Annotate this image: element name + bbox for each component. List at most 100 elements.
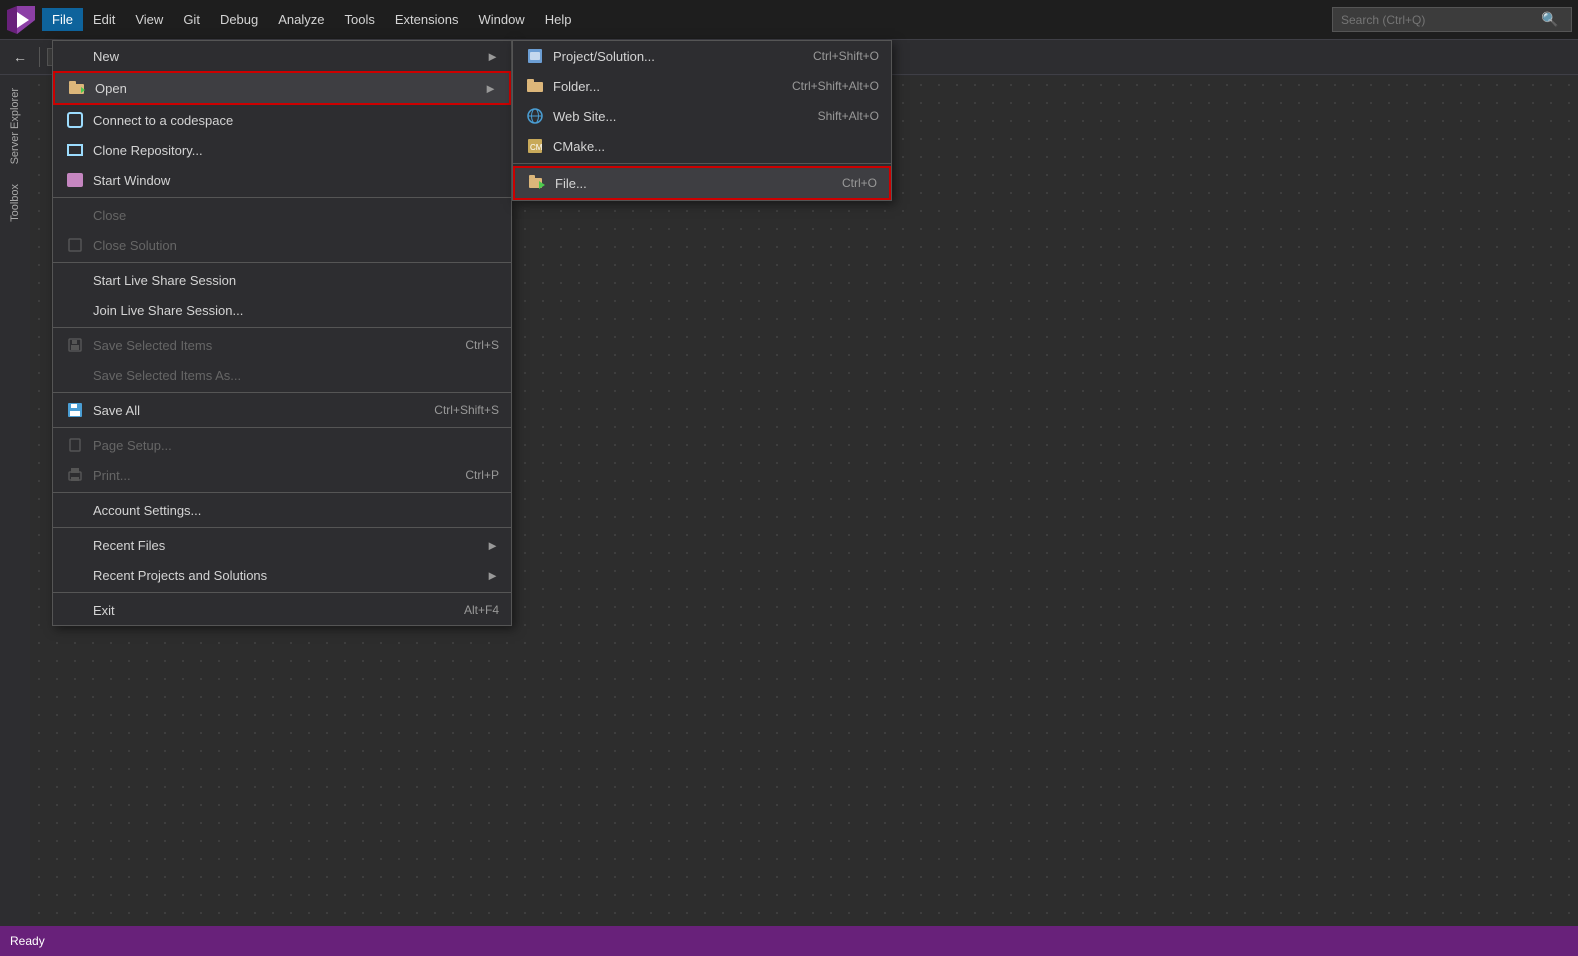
save-selected-as-label: Save Selected Items As... <box>93 368 499 383</box>
project-solution-shortcut: Ctrl+Shift+O <box>813 49 879 63</box>
recent-projects-label: Recent Projects and Solutions <box>93 568 478 583</box>
menu-item-recent-projects[interactable]: Recent Projects and Solutions ► <box>53 560 511 590</box>
open-icon <box>67 78 87 98</box>
separator-7 <box>53 527 511 528</box>
clone-icon <box>65 140 85 160</box>
sidebar-tab-server-explorer[interactable]: Server Explorer <box>7 80 23 172</box>
open-arrow: ► <box>484 81 497 96</box>
menu-view[interactable]: View <box>125 8 173 31</box>
menu-item-account-settings[interactable]: Account Settings... <box>53 495 511 525</box>
submenu-separator-1 <box>513 163 891 164</box>
file-open-label: File... <box>555 176 842 191</box>
join-live-share-icon <box>65 300 85 320</box>
menu-debug[interactable]: Debug <box>210 8 268 31</box>
website-icon <box>525 106 545 126</box>
start-window-icon <box>65 170 85 190</box>
search-icon: 🔍 <box>1541 11 1558 28</box>
close-solution-icon <box>65 235 85 255</box>
print-icon <box>65 465 85 485</box>
menu-extensions[interactable]: Extensions <box>385 8 469 31</box>
status-bar: Ready <box>0 926 1578 956</box>
recent-files-arrow: ► <box>486 538 499 553</box>
recent-files-label: Recent Files <box>93 538 478 553</box>
menu-edit[interactable]: Edit <box>83 8 125 31</box>
new-arrow: ► <box>486 49 499 64</box>
open-label: Open <box>95 81 476 96</box>
close-doc-icon <box>65 205 85 225</box>
menu-analyze[interactable]: Analyze <box>268 8 334 31</box>
exit-icon <box>65 600 85 620</box>
folder-icon <box>525 76 545 96</box>
save-selected-as-icon <box>65 365 85 385</box>
submenu-project-solution[interactable]: Project/Solution... Ctrl+Shift+O <box>513 41 891 71</box>
recent-projects-arrow: ► <box>486 568 499 583</box>
cmake-label: CMake... <box>553 139 879 154</box>
print-shortcut: Ctrl+P <box>465 468 499 482</box>
menu-item-page-setup[interactable]: Page Setup... <box>53 430 511 460</box>
recent-files-icon <box>65 535 85 555</box>
menu-tools[interactable]: Tools <box>335 8 385 31</box>
print-label: Print... <box>93 468 465 483</box>
close-solution-label: Close Solution <box>93 238 499 253</box>
menu-file[interactable]: File <box>42 8 83 31</box>
menu-git[interactable]: Git <box>173 8 210 31</box>
page-setup-icon <box>65 435 85 455</box>
menu-item-live-share[interactable]: Start Live Share Session <box>53 265 511 295</box>
submenu-cmake[interactable]: CM CMake... <box>513 131 891 161</box>
menu-item-start-window[interactable]: Start Window <box>53 165 511 195</box>
menu-item-save-selected-as[interactable]: Save Selected Items As... <box>53 360 511 390</box>
menu-item-recent-files[interactable]: Recent Files ► <box>53 530 511 560</box>
save-all-label: Save All <box>93 403 434 418</box>
menu-item-print[interactable]: Print... Ctrl+P <box>53 460 511 490</box>
toolbar-sep-1 <box>39 47 40 67</box>
submenu-website[interactable]: Web Site... Shift+Alt+O <box>513 101 891 131</box>
website-label: Web Site... <box>553 109 818 124</box>
clone-repo-label: Clone Repository... <box>93 143 499 158</box>
cmake-icon: CM <box>525 136 545 156</box>
menu-item-save-selected[interactable]: Save Selected Items Ctrl+S <box>53 330 511 360</box>
exit-shortcut: Alt+F4 <box>464 603 499 617</box>
website-shortcut: Shift+Alt+O <box>818 109 879 123</box>
save-selected-label: Save Selected Items <box>93 338 465 353</box>
search-box[interactable]: 🔍 <box>1332 7 1572 32</box>
join-live-share-label: Join Live Share Session... <box>93 303 499 318</box>
menu-item-close[interactable]: Close <box>53 200 511 230</box>
folder-label: Folder... <box>553 79 792 94</box>
menu-item-join-live-share[interactable]: Join Live Share Session... <box>53 295 511 325</box>
menu-help[interactable]: Help <box>535 8 582 31</box>
menu-window[interactable]: Window <box>468 8 534 31</box>
search-input[interactable] <box>1341 13 1541 27</box>
menu-item-connect-codespace[interactable]: Connect to a codespace <box>53 105 511 135</box>
menu-item-open[interactable]: Open ► <box>53 71 511 105</box>
exit-label: Exit <box>93 603 464 618</box>
vs-logo <box>6 5 36 35</box>
menu-item-close-solution[interactable]: Close Solution <box>53 230 511 260</box>
close-label: Close <box>93 208 499 223</box>
sidebar-tab-toolbox[interactable]: Toolbox <box>7 176 23 230</box>
open-submenu: Project/Solution... Ctrl+Shift+O Folder.… <box>512 40 892 201</box>
menu-item-new[interactable]: New ► <box>53 41 511 71</box>
new-label: New <box>93 49 478 64</box>
save-all-shortcut: Ctrl+Shift+S <box>434 403 499 417</box>
save-all-icon <box>65 400 85 420</box>
account-settings-icon <box>65 500 85 520</box>
connect-codespace-label: Connect to a codespace <box>93 113 499 128</box>
live-share-label: Start Live Share Session <box>93 273 499 288</box>
start-window-label: Start Window <box>93 173 499 188</box>
submenu-file[interactable]: File... Ctrl+O <box>513 166 891 200</box>
menu-item-save-all[interactable]: Save All Ctrl+Shift+S <box>53 395 511 425</box>
menu-item-clone-repo[interactable]: Clone Repository... <box>53 135 511 165</box>
save-selected-shortcut: Ctrl+S <box>465 338 499 352</box>
file-open-shortcut: Ctrl+O <box>842 176 877 190</box>
submenu-folder[interactable]: Folder... Ctrl+Shift+Alt+O <box>513 71 891 101</box>
live-share-icon <box>65 270 85 290</box>
file-open-icon <box>527 173 547 193</box>
separator-6 <box>53 492 511 493</box>
menubar: File Edit View Git Debug Analyze Tools E… <box>0 0 1578 40</box>
menu-item-exit[interactable]: Exit Alt+F4 <box>53 595 511 625</box>
ready-label: Ready <box>10 934 45 948</box>
page-setup-label: Page Setup... <box>93 438 499 453</box>
account-settings-label: Account Settings... <box>93 503 499 518</box>
back-button[interactable]: ← <box>8 45 32 69</box>
left-sidebar: Server Explorer Toolbox <box>0 76 30 926</box>
